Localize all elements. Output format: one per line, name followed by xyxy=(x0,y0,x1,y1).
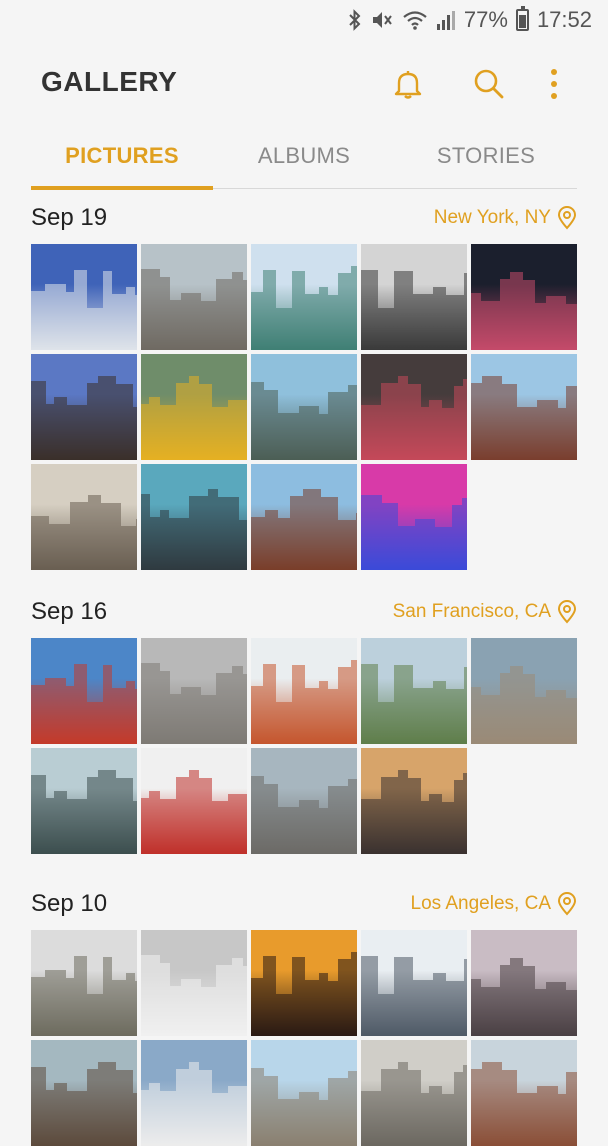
photo-thumbnail-storefronts[interactable] xyxy=(361,1040,467,1146)
location-pin-icon xyxy=(557,600,577,624)
photo-thumbnail-santa-monica-pier[interactable] xyxy=(361,930,467,1036)
photo-thumbnail-venice-beach[interactable] xyxy=(251,1040,357,1146)
photo-thumbnail-flatiron-building[interactable] xyxy=(31,354,137,460)
photo-thumbnail-downtown-buildings[interactable] xyxy=(141,638,247,744)
location-pin-icon xyxy=(557,206,577,230)
group-location[interactable]: New York, NY xyxy=(434,206,577,230)
status-bar: 77% 17:52 xyxy=(0,0,608,40)
photo-thumbnail-empire-state-misty[interactable] xyxy=(31,464,137,570)
photo-thumbnail-bay-coastline[interactable] xyxy=(31,748,137,854)
wifi-icon xyxy=(402,8,428,32)
photo-thumbnail-new-york-graffiti[interactable] xyxy=(361,464,467,570)
photo-thumbnail-brick-building[interactable] xyxy=(471,1040,577,1146)
group-date: Sep 19 xyxy=(31,204,108,231)
photo-grid xyxy=(31,638,577,854)
photo-thumbnail-statue-of-liberty[interactable] xyxy=(251,244,357,350)
photo-thumbnail-manhattan-skyline-aerial[interactable] xyxy=(141,244,247,350)
tab-stories[interactable]: STORIES xyxy=(395,126,577,188)
bell-icon xyxy=(394,71,422,99)
photo-thumbnail-coit-tower-alcatraz[interactable] xyxy=(361,638,467,744)
photo-thumbnail-skyline-river-view[interactable] xyxy=(251,354,357,460)
photo-grid xyxy=(31,244,577,570)
photo-thumbnail-hollywood-sign-closeup[interactable] xyxy=(141,1040,247,1146)
signal-icon xyxy=(436,8,456,32)
photo-thumbnail-transamerica-pyramid[interactable] xyxy=(471,638,577,744)
photo-thumbnail-city-hills-aerial[interactable] xyxy=(251,748,357,854)
photo-thumbnail-venice-street[interactable] xyxy=(31,1040,137,1146)
photo-thumbnail-downtown-la-dusk[interactable] xyxy=(471,930,577,1036)
app-title: GALLERY xyxy=(41,66,178,97)
group-date: Sep 10 xyxy=(31,890,108,917)
location-label: Los Angeles, CA xyxy=(410,893,551,914)
more-vert-icon xyxy=(551,69,557,99)
search-button[interactable] xyxy=(467,62,511,106)
photo-thumbnail-red-bridge-tower[interactable] xyxy=(141,748,247,854)
more-options-button[interactable] xyxy=(532,62,576,106)
photo-thumbnail-la-sunset-silhouette[interactable] xyxy=(251,930,357,1036)
group-date: Sep 16 xyxy=(31,598,108,625)
battery-percent: 77% xyxy=(463,7,508,32)
tab-pictures[interactable]: PICTURES xyxy=(31,126,213,190)
photo-thumbnail-times-square-night[interactable] xyxy=(471,244,577,350)
photo-thumbnail-sunset-skyline[interactable] xyxy=(361,748,467,854)
photo-thumbnail-the-broad-museum[interactable] xyxy=(141,930,247,1036)
photo-grid xyxy=(31,930,577,1146)
photo-thumbnail-golden-gate-bridge[interactable] xyxy=(31,638,137,744)
date-group-sep-16: Sep 16 San Francisco, CA xyxy=(31,594,577,854)
notifications-button[interactable] xyxy=(386,62,430,106)
mute-icon xyxy=(370,8,394,32)
group-location[interactable]: Los Angeles, CA xyxy=(411,892,577,916)
clock: 17:52 xyxy=(536,7,592,32)
location-pin-icon xyxy=(557,892,577,916)
bluetooth-icon xyxy=(348,8,362,32)
photo-thumbnail-bridge-underside[interactable] xyxy=(251,638,357,744)
location-label: New York, NY xyxy=(433,207,551,228)
photo-thumbnail-yellow-taxi[interactable] xyxy=(141,354,247,460)
location-label: San Francisco, CA xyxy=(392,601,551,622)
photo-thumbnail-hollywood-sign-hills[interactable] xyxy=(31,930,137,1036)
photo-thumbnail-manhattan-bridge[interactable] xyxy=(251,464,357,570)
app-header: GALLERY xyxy=(0,40,608,126)
date-group-sep-19: Sep 19 New York, NY xyxy=(31,200,577,570)
group-location[interactable]: San Francisco, CA xyxy=(393,600,577,624)
tab-bar: PICTURES ALBUMS STORIES xyxy=(31,126,577,190)
photo-thumbnail-empire-state-building[interactable] xyxy=(31,244,137,350)
date-group-sep-10: Sep 10 Los Angeles, CA xyxy=(31,886,577,1146)
photo-thumbnail-chrysler-building[interactable] xyxy=(361,244,467,350)
photo-thumbnail-harbor-skyline[interactable] xyxy=(141,464,247,570)
photo-thumbnail-busy-street[interactable] xyxy=(361,354,467,460)
photo-thumbnail-fire-escape-building[interactable] xyxy=(471,354,577,460)
battery-icon xyxy=(515,6,529,31)
search-icon xyxy=(474,69,504,99)
tab-albums[interactable]: ALBUMS xyxy=(213,126,395,188)
